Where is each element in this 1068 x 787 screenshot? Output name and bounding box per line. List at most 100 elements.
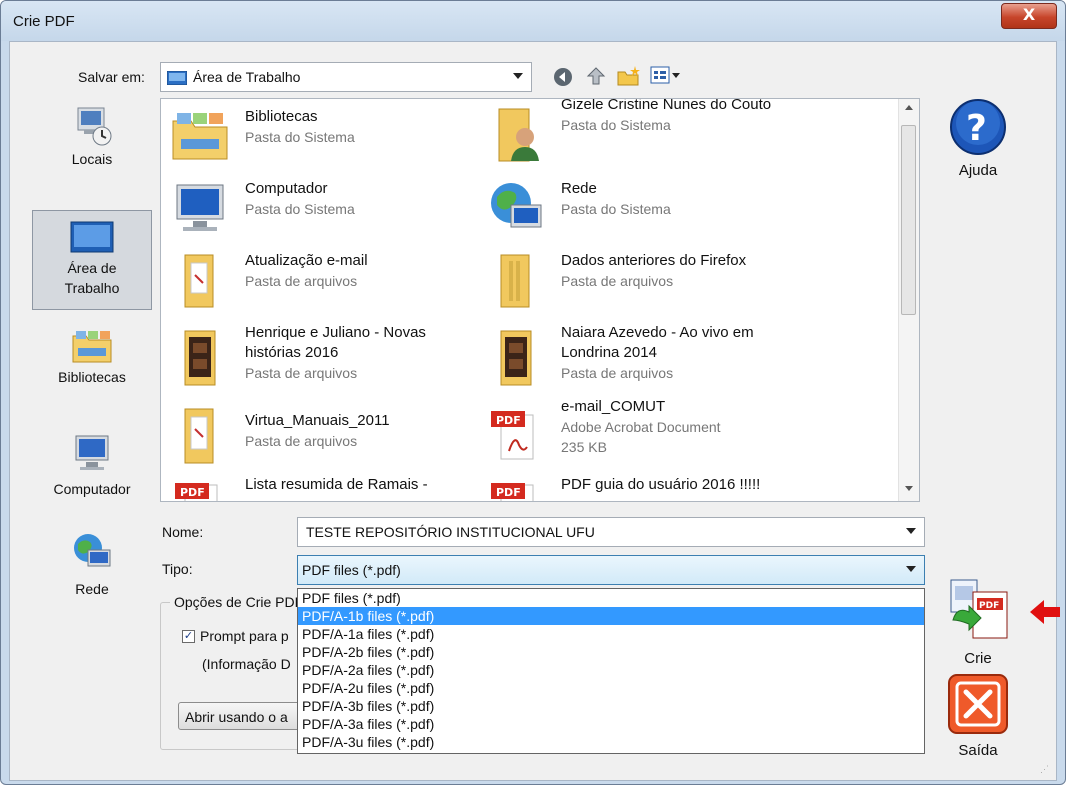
svg-text:PDF: PDF <box>496 486 521 499</box>
resize-grip-icon[interactable]: ⋰ <box>1040 764 1052 776</box>
libraries-icon <box>70 326 114 369</box>
place-rede[interactable]: Rede <box>32 530 152 610</box>
file-type: Pasta do Sistema <box>245 129 355 145</box>
list-item[interactable]: Rede Pasta do Sistema <box>477 173 797 243</box>
place-label: Bibliotecas <box>58 369 126 385</box>
list-item[interactable]: PDF PDF guia do usuário 2016 !!!!! <box>477 469 797 501</box>
save-in-label: Salvar em: <box>78 69 145 85</box>
file-type-option[interactable]: PDF/A-2u files (*.pdf) <box>298 679 924 697</box>
list-item[interactable]: Computador Pasta do Sistema <box>161 173 481 243</box>
place-label: Locais <box>71 151 113 167</box>
exit-icon <box>946 672 1010 740</box>
file-type-dropdown-list[interactable]: PDF files (*.pdf) PDF/A-1b files (*.pdf) P… <box>297 588 925 754</box>
file-type-option[interactable]: PDF/A-1b files (*.pdf) <box>298 607 924 625</box>
file-name: Bibliotecas <box>245 108 318 125</box>
up-folder-icon[interactable] <box>584 64 608 91</box>
prompt-checkbox[interactable]: ✓ <box>182 630 195 643</box>
place-locais[interactable]: Locais <box>32 100 152 190</box>
create-pdf-icon: PDF <box>943 576 1013 650</box>
file-name: Dados anteriores do Firefox <box>561 252 747 269</box>
folder-icon <box>169 327 231 389</box>
file-name-input[interactable]: TESTE REPOSITÓRIO INSTITUCIONAL UFU <box>297 517 925 547</box>
file-name: Virtua_Manuais_2011 <box>245 412 390 429</box>
new-folder-icon[interactable] <box>616 64 642 91</box>
file-list-scrollbar[interactable] <box>898 99 919 501</box>
file-type-option[interactable]: PDF/A-1a files (*.pdf) <box>298 625 924 643</box>
create-button[interactable]: PDF Crie <box>938 576 1018 667</box>
list-item[interactable]: Gizele Cristine Nunes do Couto Pasta do S… <box>477 99 797 169</box>
options-group-legend: Opções de Crie PDF <box>170 594 302 610</box>
file-type-option[interactable]: PDF/A-3u files (*.pdf) <box>298 733 924 751</box>
place-computador[interactable]: Computador <box>32 430 152 510</box>
pdf-icon: PDF <box>485 403 547 465</box>
file-type: Pasta de arquivos <box>245 365 358 381</box>
file-type-option[interactable]: PDF/A-2b files (*.pdf) <box>298 643 924 661</box>
list-item[interactable]: Virtua_Manuais_2011 Pasta de arquivos <box>161 401 481 471</box>
help-icon: ? <box>949 98 1007 160</box>
info-label: (Informação D <box>202 656 291 672</box>
chevron-down-icon[interactable] <box>906 528 916 534</box>
scroll-down-icon[interactable] <box>905 486 913 491</box>
create-label: Crie <box>964 650 992 667</box>
svg-text:PDF: PDF <box>979 601 999 611</box>
window-title: Crie PDF <box>13 13 75 30</box>
file-type-option[interactable]: PDF files (*.pdf) <box>298 589 924 607</box>
file-type: Pasta do Sistema <box>561 201 671 217</box>
file-name: Computador <box>245 180 328 197</box>
file-type: Pasta de arquivos <box>561 365 674 381</box>
list-item[interactable]: Bibliotecas Pasta do Sistema <box>161 101 481 171</box>
list-item[interactable]: Henrique e Juliano - Novas histórias 201… <box>161 317 481 399</box>
file-name: Naiara Azevedo - Ao vivo em Londrina 201… <box>561 324 754 361</box>
open-with-button[interactable]: Abrir usando o a <box>178 702 308 730</box>
save-in-dropdown[interactable]: Área de Trabalho <box>160 62 532 92</box>
file-type: Adobe Acrobat Document <box>561 419 721 435</box>
file-type: Pasta de arquivos <box>561 273 674 289</box>
file-type-option[interactable]: PDF/A-3b files (*.pdf) <box>298 697 924 715</box>
file-name: Atualização e-mail <box>245 252 368 269</box>
pdf-icon: PDF <box>485 473 547 501</box>
file-name: Gizele Cristine Nunes do Couto <box>561 98 772 113</box>
pdf-icon: PDF <box>169 473 231 501</box>
place-area-de-trabalho[interactable]: Área de Trabalho <box>32 210 152 310</box>
back-icon[interactable] <box>552 66 574 91</box>
file-name-value: TESTE REPOSITÓRIO INSTITUCIONAL UFU <box>306 524 595 540</box>
red-arrow-icon <box>1030 598 1060 629</box>
recent-places-icon <box>72 104 112 151</box>
svg-text:PDF: PDF <box>180 486 205 499</box>
scroll-up-icon[interactable] <box>905 105 913 110</box>
list-item[interactable]: Naiara Azevedo - Ao vivo em Londrina 201… <box>477 317 797 399</box>
file-type: Pasta do Sistema <box>561 117 671 133</box>
exit-button[interactable]: Saída <box>938 672 1018 768</box>
computer-icon <box>70 430 114 477</box>
title-bar: Crie PDF X <box>1 1 1065 41</box>
file-type: Pasta de arquivos <box>245 433 358 449</box>
list-item[interactable]: Atualização e-mail Pasta de arquivos <box>161 245 481 315</box>
file-name: Henrique e Juliano - Novas histórias 201… <box>245 324 426 361</box>
file-list[interactable]: Bibliotecas Pasta do Sistema Gizele Crist… <box>160 98 920 502</box>
scrollbar-thumb[interactable] <box>901 125 916 315</box>
file-type-option[interactable]: PDF/A-3a files (*.pdf) <box>298 715 924 733</box>
help-button[interactable]: ? Ajuda <box>938 98 1018 188</box>
name-label: Nome: <box>162 524 204 540</box>
svg-text:PDF: PDF <box>496 414 521 427</box>
place-bibliotecas[interactable]: Bibliotecas <box>32 326 152 406</box>
place-label: Rede <box>75 581 109 597</box>
folder-icon <box>485 249 547 311</box>
file-name: PDF guia do usuário 2016 !!!!! <box>561 476 761 493</box>
list-item[interactable]: PDF Lista resumida de Ramais - <box>161 469 481 501</box>
file-type-option[interactable]: PDF/A-2a files (*.pdf) <box>298 661 924 679</box>
chevron-down-icon[interactable] <box>906 566 916 572</box>
save-in-value: Área de Trabalho <box>193 69 301 85</box>
file-type-select[interactable]: PDF files (*.pdf) <box>297 555 925 585</box>
libraries-icon <box>169 105 231 167</box>
view-menu-icon[interactable] <box>650 66 682 89</box>
close-button[interactable]: X <box>1001 3 1057 29</box>
prompt-label: Prompt para p <box>200 628 289 644</box>
list-item[interactable]: Dados anteriores do Firefox Pasta de arqu… <box>477 245 797 315</box>
help-label: Ajuda <box>958 162 998 179</box>
folder-icon <box>169 249 231 311</box>
place-label: Computador <box>53 481 131 497</box>
list-item[interactable]: PDF e-mail_COMUT Adobe Acrobat Document 23… <box>477 398 797 469</box>
computer-icon <box>169 177 231 239</box>
folder-icon <box>169 405 231 467</box>
